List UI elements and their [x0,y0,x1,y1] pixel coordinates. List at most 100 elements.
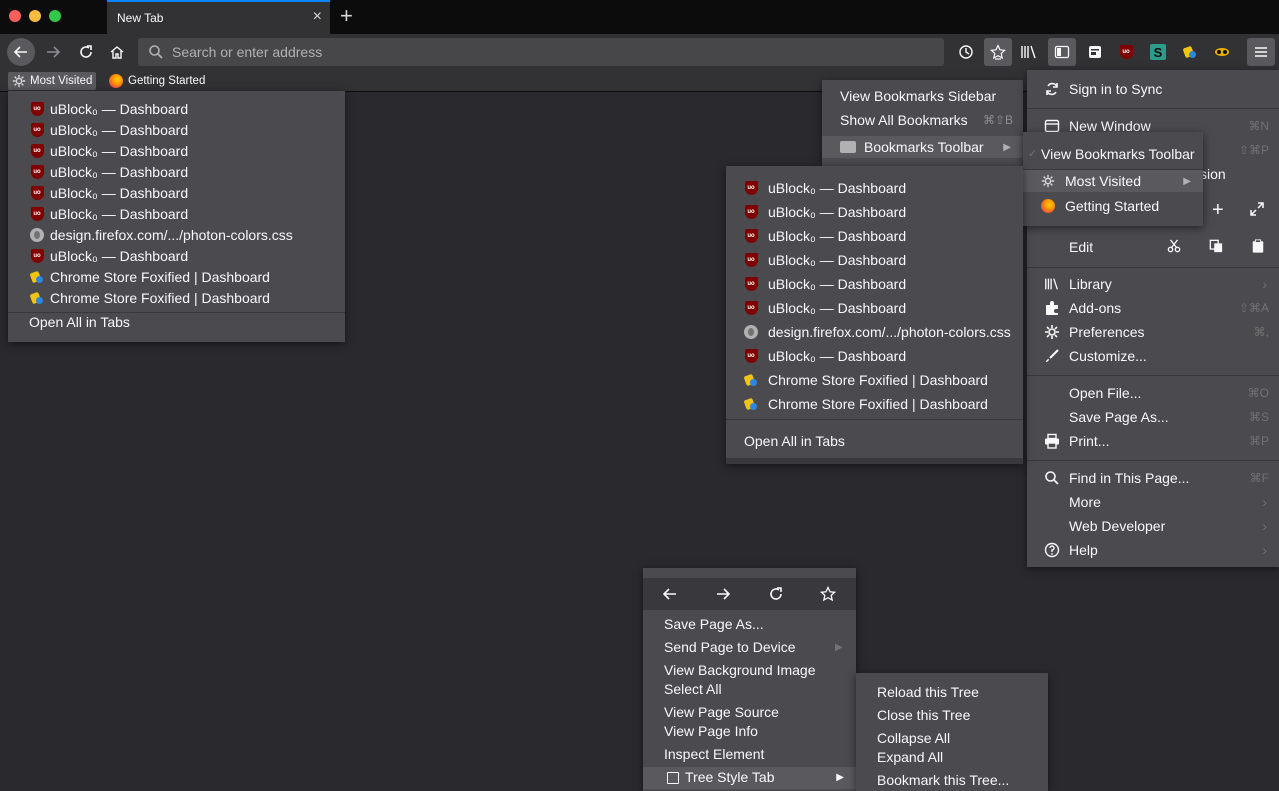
context-back-button[interactable] [658,582,682,606]
new-tab-button[interactable]: + [340,3,353,29]
list-item[interactable]: uo uBlock₀ — Dashboard [8,98,345,119]
open-file[interactable]: Open File... ⌘O [1027,381,1279,405]
gear-icon [1045,325,1059,339]
list-item[interactable]: design.firefox.com/.../photon-colors.css [726,321,1023,342]
list-item[interactable]: Chrome Store Foxified | Dashboard [8,266,345,287]
context-bookmark-button[interactable] [816,582,840,606]
reload-icon [770,587,782,600]
search-input[interactable]: Search or enter address [172,44,322,60]
menu-item-label: More [1069,494,1101,510]
sidebar-button[interactable] [1048,38,1076,66]
ctx-view-page-source[interactable]: View Page Source [664,704,779,720]
close-this-tree[interactable]: Close this Tree [877,707,970,723]
history-button[interactable] [952,38,980,66]
list-item[interactable]: uo uBlock₀ — Dashboard [8,161,345,182]
context-forward-button[interactable] [711,582,735,606]
bookmark-getting-started[interactable]: Getting Started [105,72,209,90]
bookmarks-menu-button[interactable] [984,38,1012,66]
customize[interactable]: Customize... [1027,344,1279,368]
zoom-in-icon[interactable]: + [1212,199,1224,222]
view-bookmarks-toolbar[interactable]: ✓ View Bookmarks Toolbar [1023,143,1203,164]
paste-icon[interactable] [1251,238,1265,256]
find-in-page[interactable]: Find in This Page... ⌘F [1027,466,1279,490]
view-bookmarks-sidebar[interactable]: View Bookmarks Sidebar [822,85,1023,106]
add-ons[interactable]: Add-ons ⇧⌘A [1027,296,1279,320]
list-item[interactable]: uo uBlock₀ — Dashboard [726,201,1023,222]
list-item-label: uBlock₀ — Dashboard [768,275,907,292]
minimize-window-button[interactable] [29,10,41,22]
hamburger-menu-button[interactable] [1247,38,1275,66]
list-item[interactable]: uo uBlock₀ — Dashboard [8,119,345,140]
print[interactable]: Print... ⌘P [1027,429,1279,453]
collapse-all[interactable]: Collapse All [877,730,950,746]
expand-all[interactable]: Expand All [877,749,943,765]
getting-started[interactable]: Getting Started [1023,195,1203,216]
bookmark-this-tree[interactable]: Bookmark this Tree... [877,772,1009,788]
ctx-tree-style-tab[interactable]: Tree Style Tab ▶ [643,767,856,789]
most-visited-folder[interactable]: Most Visited ▶ [1023,170,1203,192]
most-visited-submenu: uo uBlock₀ — Dashboard uo uBlock₀ — Dashbo… [726,166,1023,464]
zoom-window-button[interactable] [49,10,61,22]
ctx-view-page-info[interactable]: View Page Info [664,723,758,739]
list-item[interactable]: Chrome Store Foxified | Dashboard [8,287,345,308]
fullscreen-icon[interactable] [1249,201,1265,220]
close-window-button[interactable] [9,10,21,22]
menu-separator [1027,108,1279,109]
extension-button[interactable] [1208,38,1236,66]
forward-button[interactable] [39,38,67,66]
menu-item-label: sion [1200,166,1226,182]
list-item[interactable]: uo uBlock₀ — Dashboard [726,225,1023,246]
list-item[interactable]: uo uBlock₀ — Dashboard [8,182,345,203]
home-button[interactable] [103,38,131,66]
open-all-in-tabs[interactable]: Open All in Tabs [8,311,345,332]
list-item[interactable]: uo uBlock₀ — Dashboard [8,203,345,224]
reader-extension-button[interactable] [1081,38,1109,66]
reload-this-tree[interactable]: Reload this Tree [877,684,979,700]
hamburger-icon [1255,47,1267,57]
sign-in-to-sync[interactable]: Sign in to Sync [1027,77,1279,101]
list-item[interactable]: uo uBlock₀ — Dashboard [726,345,1023,366]
ctx-select-all[interactable]: Select All [664,681,722,697]
ublock-button[interactable]: uo [1112,38,1140,66]
ctx-send-page-to-device[interactable]: Send Page to Device [664,639,796,655]
list-item[interactable]: Chrome Store Foxified | Dashboard [726,369,1023,390]
list-item-label: uBlock₀ — Dashboard [768,227,907,244]
show-all-bookmarks[interactable]: Show All Bookmarks ⌘⇧B [822,109,1023,130]
list-item[interactable]: Chrome Store Foxified | Dashboard [726,393,1023,414]
open-all-in-tabs[interactable]: Open All in Tabs [726,430,1023,451]
copy-icon[interactable] [1209,239,1223,256]
list-item-label: uBlock₀ — Dashboard [50,247,189,264]
list-item[interactable]: uo uBlock₀ — Dashboard [726,273,1023,294]
stylus-button[interactable]: S [1144,38,1172,66]
list-item-label: Chrome Store Foxified | Dashboard [768,395,988,412]
save-page-as[interactable]: Save Page As... ⌘S [1027,405,1279,429]
list-item[interactable]: uo uBlock₀ — Dashboard [726,297,1023,318]
url-bar[interactable]: Search or enter address [138,38,944,66]
preferences[interactable]: Preferences ⌘, [1027,320,1279,344]
ctx-inspect-element[interactable]: Inspect Element [664,746,764,762]
web-developer[interactable]: Web Developer › [1027,514,1279,538]
help[interactable]: Help › [1027,538,1279,562]
cut-icon[interactable] [1167,238,1181,256]
list-item-label: uBlock₀ — Dashboard [768,179,907,196]
tab-close-icon[interactable]: × [313,8,322,26]
more[interactable]: More › [1027,490,1279,514]
list-item[interactable]: uo uBlock₀ — Dashboard [8,140,345,161]
list-item-label: design.firefox.com/.../photon-colors.css [50,226,293,243]
tab-new-tab[interactable]: New Tab × [107,0,330,34]
menu-item-label: Open File... [1069,385,1142,401]
context-reload-button[interactable] [764,582,788,606]
list-item[interactable]: uo uBlock₀ — Dashboard [726,249,1023,270]
bookmark-most-visited[interactable]: Most Visited [8,72,97,90]
reload-button[interactable] [72,38,100,66]
ctx-save-page-as[interactable]: Save Page As... [664,616,764,632]
chrome-store-foxified-button[interactable] [1176,38,1204,66]
bookmarks-toolbar-item[interactable]: Bookmarks Toolbar ▶ [822,136,1023,158]
list-item[interactable]: uo uBlock₀ — Dashboard [726,177,1023,198]
library-button[interactable] [1015,38,1043,66]
ctx-view-background-image[interactable]: View Background Image [664,662,816,678]
list-item[interactable]: uo uBlock₀ — Dashboard [8,245,345,266]
list-item[interactable]: design.firefox.com/.../photon-colors.css [8,224,345,245]
back-button[interactable] [7,38,35,66]
library[interactable]: Library › [1027,272,1279,296]
